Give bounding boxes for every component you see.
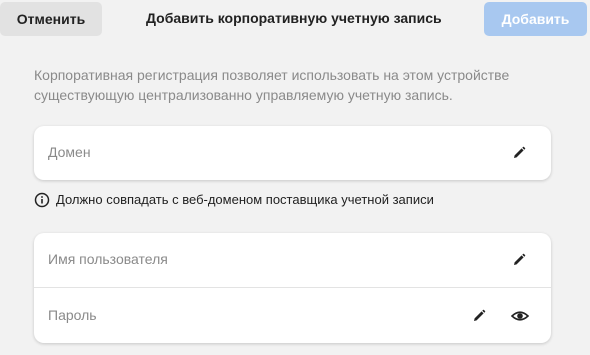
add-button[interactable]: Добавить	[484, 2, 587, 36]
page-title: Добавить корпоративную учетную запись	[146, 10, 442, 26]
field-divider	[34, 287, 551, 288]
pencil-icon[interactable]	[511, 145, 527, 161]
domain-card: Домен	[34, 126, 551, 180]
cancel-button[interactable]: Отменить	[0, 2, 102, 36]
username-field-label: Имя пользователя	[48, 251, 168, 267]
domain-field-label: Домен	[48, 144, 91, 160]
password-field-label: Пароль	[48, 307, 97, 323]
password-field[interactable]: Пароль	[34, 289, 551, 343]
pencil-icon[interactable]	[471, 308, 487, 324]
hint-text: Должно совпадать с веб-доменом поставщик…	[56, 192, 434, 207]
header-bar: Отменить Добавить корпоративную учетную …	[0, 0, 590, 38]
description-text: Корпоративная регистрация позволяет испо…	[34, 67, 510, 103]
username-field[interactable]: Имя пользователя	[34, 233, 551, 287]
info-icon	[34, 192, 50, 208]
credentials-card: Имя пользователя Пароль	[34, 233, 551, 343]
domain-field[interactable]: Домен	[34, 126, 551, 180]
pencil-icon[interactable]	[511, 252, 527, 268]
eye-icon[interactable]	[511, 308, 529, 324]
